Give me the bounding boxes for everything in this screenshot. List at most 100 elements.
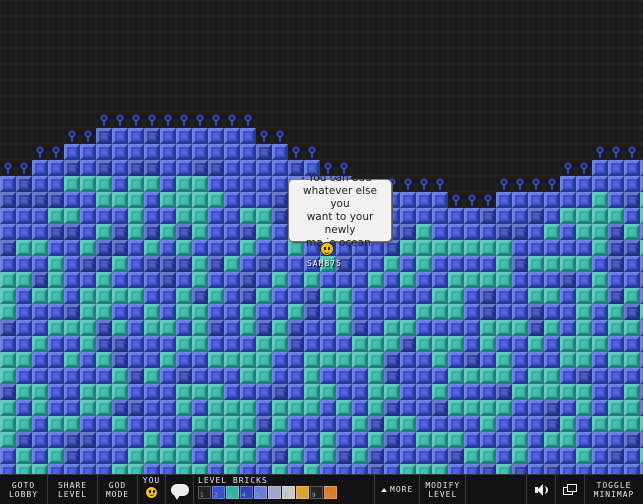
world-block[interactable] (32, 288, 48, 304)
world-block[interactable] (400, 400, 416, 416)
world-block[interactable] (48, 432, 64, 448)
world-block[interactable] (560, 256, 576, 272)
world-block[interactable] (160, 176, 176, 192)
world-block[interactable] (448, 368, 464, 384)
world-block[interactable] (128, 224, 144, 240)
world-block[interactable] (224, 320, 240, 336)
world-block[interactable] (480, 336, 496, 352)
world-block[interactable] (624, 176, 640, 192)
brick-swatch[interactable]: 6 (268, 486, 281, 499)
world-block[interactable] (608, 464, 624, 474)
world-block[interactable] (448, 304, 464, 320)
world-block[interactable] (448, 448, 464, 464)
world-block[interactable] (128, 192, 144, 208)
share-level-button[interactable]: SHARE LEVEL (48, 475, 98, 504)
world-block[interactable] (224, 176, 240, 192)
world-block[interactable] (16, 448, 32, 464)
world-block[interactable] (560, 432, 576, 448)
world-block[interactable] (240, 208, 256, 224)
world-block[interactable] (16, 304, 32, 320)
world-block[interactable] (32, 464, 48, 474)
world-block[interactable] (496, 320, 512, 336)
world-block[interactable] (64, 464, 80, 474)
world-block[interactable] (144, 432, 160, 448)
world-block[interactable] (256, 384, 272, 400)
world-block[interactable] (16, 272, 32, 288)
world-block[interactable] (512, 208, 528, 224)
world-block[interactable] (272, 240, 288, 256)
world-block[interactable] (176, 416, 192, 432)
world-block[interactable] (336, 304, 352, 320)
world-block[interactable] (352, 352, 368, 368)
world-block[interactable] (112, 240, 128, 256)
world-block[interactable] (112, 224, 128, 240)
world-block[interactable] (560, 320, 576, 336)
brick-swatch[interactable]: 7 (282, 486, 295, 499)
world-block[interactable] (144, 416, 160, 432)
world-block[interactable] (0, 320, 16, 336)
world-block[interactable] (240, 192, 256, 208)
world-block[interactable] (224, 304, 240, 320)
world-block[interactable] (560, 288, 576, 304)
world-block[interactable] (304, 336, 320, 352)
world-block[interactable] (96, 144, 112, 160)
world-block[interactable] (512, 240, 528, 256)
world-block[interactable] (160, 144, 176, 160)
world-block[interactable] (528, 416, 544, 432)
world-block[interactable] (112, 128, 128, 144)
world-block[interactable] (448, 224, 464, 240)
world-block[interactable] (128, 288, 144, 304)
world-block[interactable] (400, 368, 416, 384)
world-block[interactable] (256, 320, 272, 336)
world-block[interactable] (528, 224, 544, 240)
world-block[interactable] (480, 320, 496, 336)
world-block[interactable] (208, 272, 224, 288)
world-block[interactable] (592, 288, 608, 304)
world-block[interactable] (176, 240, 192, 256)
world-block[interactable] (208, 448, 224, 464)
world-block[interactable] (144, 288, 160, 304)
brick-swatch[interactable]: 1 (198, 486, 211, 499)
world-block[interactable] (288, 352, 304, 368)
world-block[interactable] (16, 352, 32, 368)
world-block[interactable] (512, 224, 528, 240)
world-block[interactable] (592, 160, 608, 176)
world-block[interactable] (112, 432, 128, 448)
world-block[interactable] (240, 240, 256, 256)
world-block[interactable] (0, 304, 16, 320)
world-block[interactable] (32, 256, 48, 272)
world-block[interactable] (496, 416, 512, 432)
world-block[interactable] (80, 304, 96, 320)
world-block[interactable] (112, 160, 128, 176)
world-block[interactable] (256, 304, 272, 320)
world-block[interactable] (288, 464, 304, 474)
world-block[interactable] (64, 304, 80, 320)
world-block[interactable] (368, 352, 384, 368)
world-block[interactable] (0, 192, 16, 208)
world-block[interactable] (160, 192, 176, 208)
world-block[interactable] (512, 304, 528, 320)
brick-swatch[interactable]: 2 (212, 486, 225, 499)
world-block[interactable] (384, 272, 400, 288)
world-block[interactable] (384, 256, 400, 272)
world-block[interactable] (224, 432, 240, 448)
world-block[interactable] (144, 400, 160, 416)
world-block[interactable] (384, 336, 400, 352)
world-block[interactable] (80, 160, 96, 176)
world-block[interactable] (416, 224, 432, 240)
world-block[interactable] (432, 272, 448, 288)
world-block[interactable] (48, 336, 64, 352)
world-block[interactable] (320, 368, 336, 384)
world-block[interactable] (512, 448, 528, 464)
world-block[interactable] (448, 208, 464, 224)
world-block[interactable] (592, 256, 608, 272)
world-block[interactable] (336, 352, 352, 368)
world-block[interactable] (448, 352, 464, 368)
world-block[interactable] (192, 400, 208, 416)
world-block[interactable] (160, 464, 176, 474)
world-block[interactable] (16, 224, 32, 240)
world-block[interactable] (448, 288, 464, 304)
world-block[interactable] (432, 208, 448, 224)
world-block[interactable] (176, 128, 192, 144)
world-block[interactable] (608, 208, 624, 224)
